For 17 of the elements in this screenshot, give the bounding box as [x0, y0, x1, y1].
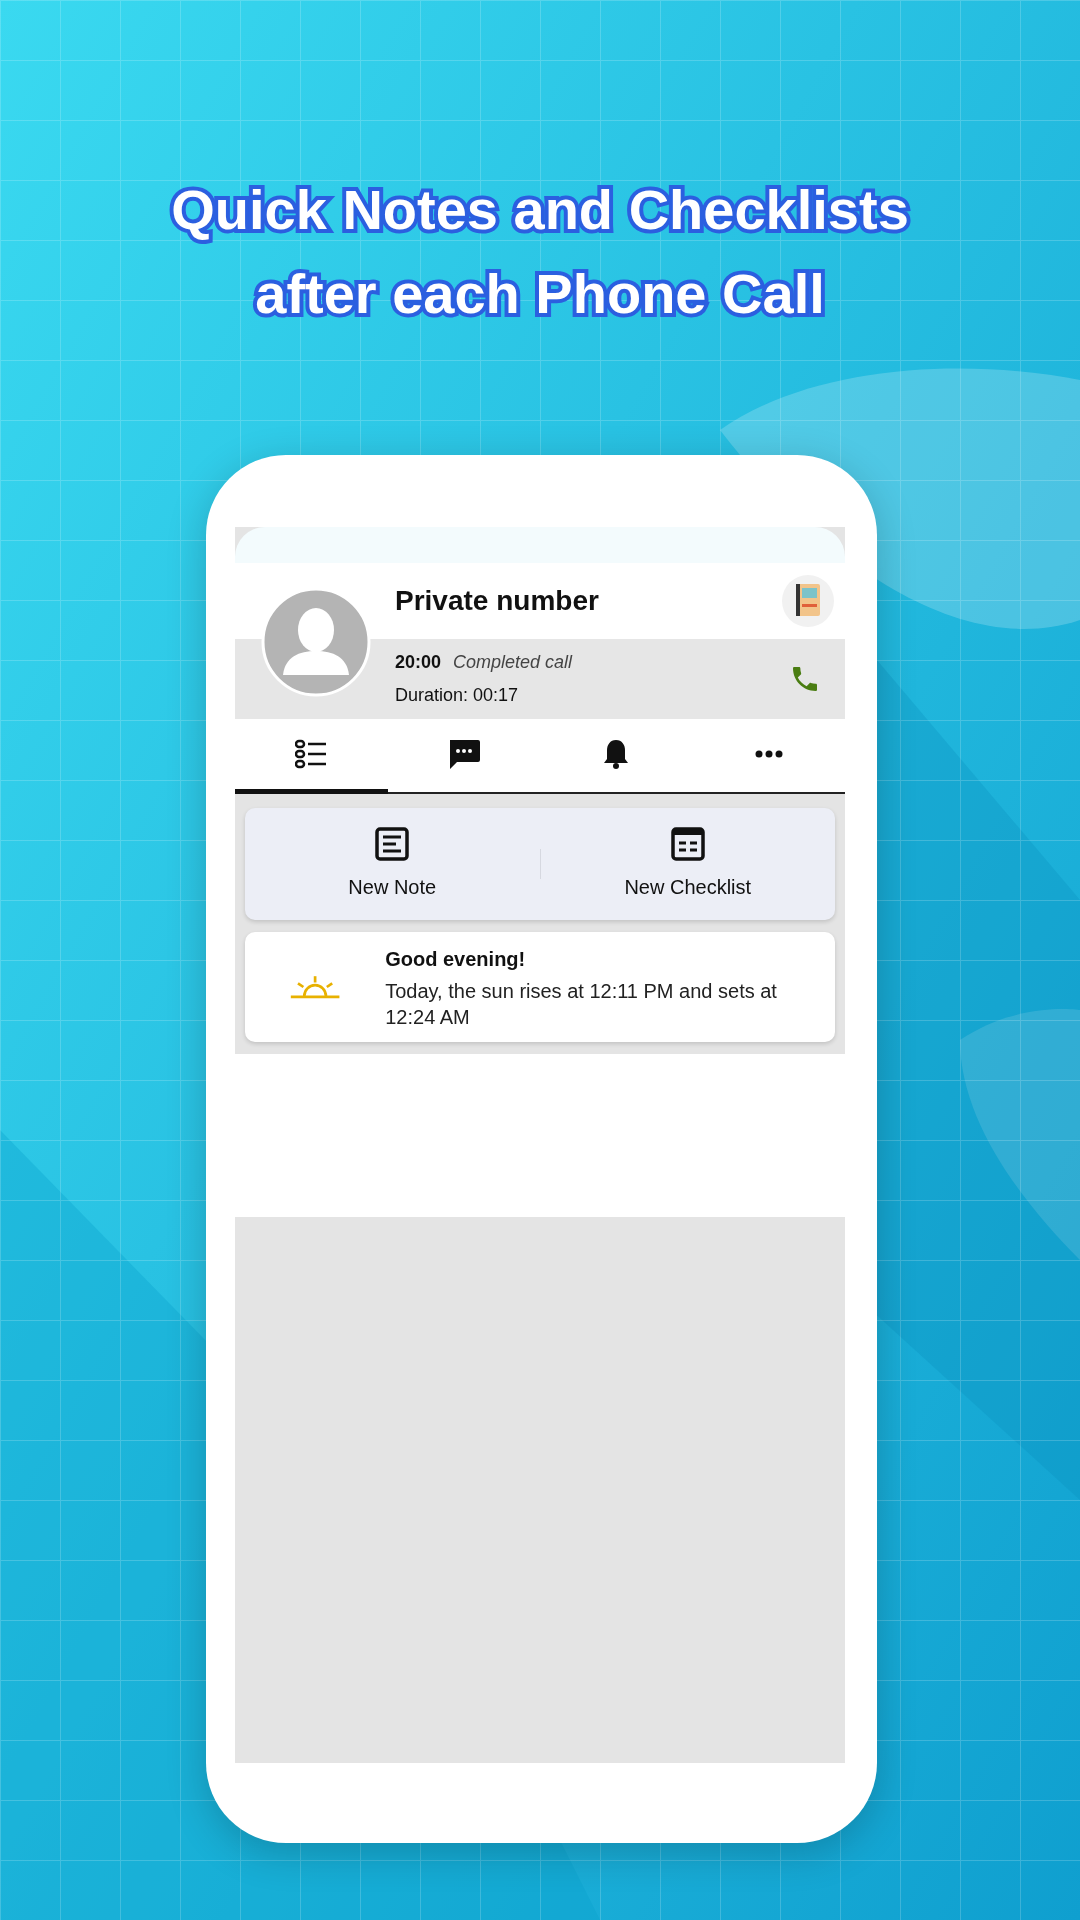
- headline: Quick Notes and Checklists: [171, 177, 909, 243]
- contact-name: Private number: [395, 584, 600, 618]
- list-icon: [295, 739, 328, 769]
- call-duration: Duration: 00:17: [395, 684, 520, 707]
- call-status: Completed call: [453, 651, 573, 674]
- checklist-icon: [669, 826, 706, 862]
- notebook-icon[interactable]: [781, 574, 835, 628]
- headline: after each Phone Call: [255, 261, 825, 327]
- more-icon: [754, 750, 783, 758]
- new-note-button[interactable]: New Note: [245, 826, 540, 902]
- note-icon: [374, 826, 411, 862]
- sunrise-icon: [289, 973, 342, 1001]
- new-checklist-button[interactable]: New Checklist: [540, 826, 835, 902]
- bell-icon: [602, 738, 631, 770]
- greeting-title: Good evening!: [385, 947, 527, 972]
- call-time: 20:00: [395, 651, 442, 674]
- greeting-text: Today, the sun rises at 12:11 PM and sets at 12:24 AM: [385, 979, 778, 1030]
